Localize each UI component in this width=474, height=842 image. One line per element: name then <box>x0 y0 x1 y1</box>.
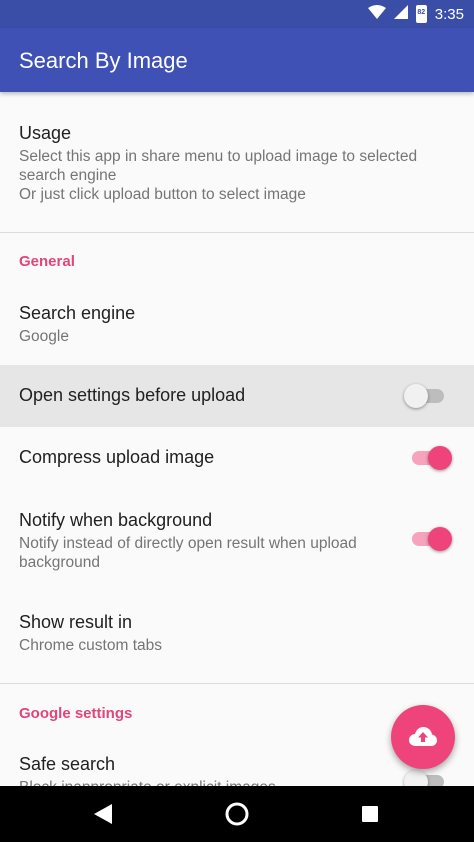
safe-search-summary: Block inappropriate or explicit images <box>19 778 389 786</box>
category-google-settings: Google settings <box>19 705 133 722</box>
settings-list[interactable]: Usage Select this app in share menu to u… <box>0 92 474 786</box>
status-time: 3:35 <box>434 5 464 23</box>
battery-icon: 82 <box>415 5 427 23</box>
status-icons: 82 3:35 <box>367 4 464 24</box>
notify-switch[interactable] <box>404 527 452 551</box>
app-bar: Search By Image <box>0 28 474 92</box>
cloud-upload-icon <box>409 727 437 746</box>
switch-thumb <box>428 446 452 470</box>
open-settings-item[interactable]: Open settings before upload <box>0 365 474 427</box>
compress-title: Compress upload image <box>19 447 215 467</box>
switch-thumb <box>428 527 452 551</box>
switch-thumb <box>404 384 428 408</box>
safe-search-switch[interactable] <box>404 770 452 786</box>
recents-icon[interactable] <box>362 806 378 827</box>
battery-label: 82 <box>417 9 426 16</box>
navigation-bar <box>0 786 474 842</box>
search-engine-title: Search engine <box>19 303 136 323</box>
show-result-title: Show result in <box>19 612 133 632</box>
compress-item[interactable]: Compress upload image <box>0 427 474 489</box>
search-engine-item[interactable]: Search engine Google <box>0 282 474 365</box>
notify-summary-line1: Notify instead of directly open result w… <box>19 535 357 552</box>
open-settings-switch[interactable] <box>404 384 452 408</box>
search-engine-value: Google <box>19 328 69 345</box>
status-bar: 82 3:35 <box>0 0 474 28</box>
wifi-icon <box>367 4 386 24</box>
upload-fab[interactable] <box>391 705 455 769</box>
notify-summary-line2: background <box>19 554 101 571</box>
open-settings-title: Open settings before upload <box>19 385 246 405</box>
switch-thumb <box>404 770 428 786</box>
notify-title: Notify when background <box>19 510 213 530</box>
notify-item[interactable]: Notify when background Notify instead of… <box>0 489 474 589</box>
safe-search-title: Safe search <box>19 754 116 774</box>
usage-item[interactable]: Usage Select this app in share menu to u… <box>0 92 474 232</box>
category-general: General <box>19 253 75 270</box>
home-icon[interactable] <box>225 802 249 831</box>
show-result-item[interactable]: Show result in Chrome custom tabs <box>0 589 474 683</box>
usage-summary-line3: Or just click upload button to select im… <box>19 186 306 203</box>
usage-title: Usage <box>19 123 72 143</box>
signal-icon <box>393 4 408 24</box>
divider <box>0 232 474 233</box>
usage-summary-line1: Select this app in share menu to upload … <box>19 148 418 165</box>
show-result-value: Chrome custom tabs <box>19 637 162 654</box>
divider <box>0 683 474 684</box>
compress-switch[interactable] <box>404 446 452 470</box>
usage-summary-line2: search engine <box>19 167 117 184</box>
back-icon[interactable] <box>94 804 112 829</box>
app-title: Search By Image <box>19 48 188 73</box>
